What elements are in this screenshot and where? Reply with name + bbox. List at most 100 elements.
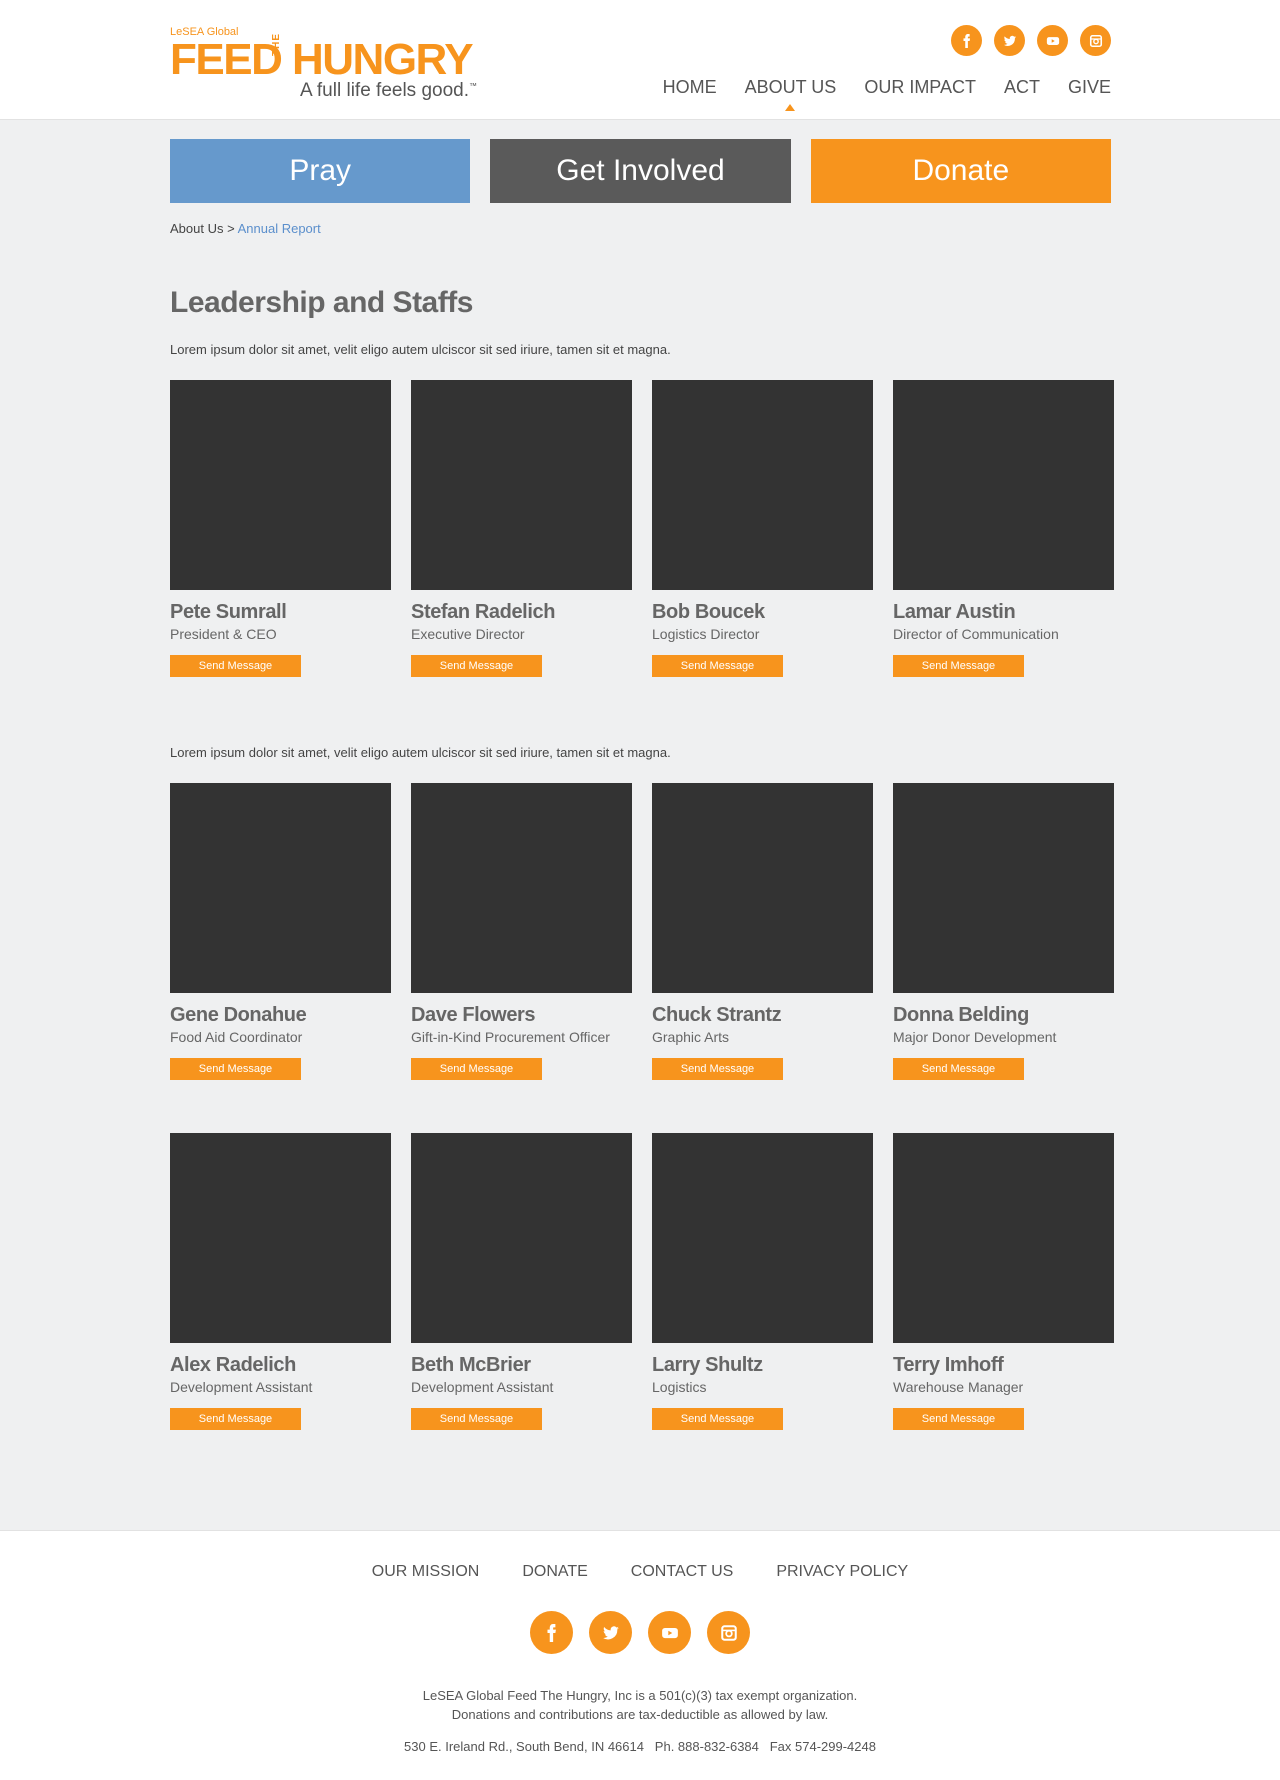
send-message-button[interactable]: Send Message (411, 655, 542, 677)
send-message-button[interactable]: Send Message (170, 1058, 301, 1080)
pray-button[interactable]: Pray (170, 139, 471, 203)
page-title: Leadership and Staffs (170, 286, 473, 319)
staff-name: Stefan Radelich (411, 601, 556, 623)
send-message-button[interactable]: Send Message (652, 1408, 783, 1430)
staff-role: President & CEO (170, 626, 277, 642)
staff-name: Gene Donahue (170, 1004, 307, 1026)
nav-our-impact[interactable]: OUR IMPACT (864, 77, 976, 98)
staff-photo (170, 380, 391, 590)
staff-photo (411, 380, 632, 590)
staff-photo (170, 1133, 391, 1343)
send-message-button[interactable]: Send Message (893, 1408, 1024, 1430)
logo-feed: FEED (170, 35, 283, 84)
send-message-button[interactable]: Send Message (170, 1408, 301, 1430)
tagline-text: A full life feels good. (300, 80, 469, 101)
staff-name: Terry Imhoff (893, 1354, 1004, 1376)
staff-photo (170, 783, 391, 993)
footer-link-our-mission[interactable]: OUR MISSION (372, 1563, 480, 1581)
staff-name: Chuck Strantz (652, 1004, 782, 1026)
staff-role: Director of Communication (893, 626, 1059, 642)
staff-photo (411, 1133, 632, 1343)
staff-photo (411, 783, 632, 993)
staff-name: Dave Flowers (411, 1004, 536, 1026)
send-message-button[interactable]: Send Message (411, 1058, 542, 1080)
staff-role: Logistics Director (652, 626, 760, 642)
footer-link-privacy-policy[interactable]: PRIVACY POLICY (776, 1563, 908, 1581)
staff-card: Chuck Strantz Graphic Arts Send Message (652, 783, 873, 1080)
youtube-icon[interactable] (648, 1611, 691, 1654)
staff-name: Donna Belding (893, 1004, 1029, 1026)
send-message-button[interactable]: Send Message (652, 655, 783, 677)
staff-role: Graphic Arts (652, 1029, 730, 1045)
send-message-button[interactable]: Send Message (893, 1058, 1024, 1080)
staff-role: Gift-in-Kind Procurement Officer (411, 1029, 610, 1045)
footer-address: 530 E. Ireland Rd., South Bend, IN 46614… (404, 1739, 876, 1754)
staff-card: Stefan Radelich Executive Director Send Me… (411, 380, 632, 677)
staff-card: Donna Belding Major Donor Development Send… (893, 783, 1114, 1080)
site-header: LeSEA Global FEED THE HUNGRY A full life… (0, 0, 1280, 120)
staff-grid-row-2: Gene Donahue Food Aid Coordinator Send Mes… (170, 783, 1114, 1080)
trademark-mark: ™ (469, 81, 477, 91)
send-message-button[interactable]: Send Message (170, 655, 301, 677)
staff-card: Bob Boucek Logistics Director Send Message (652, 380, 873, 677)
twitter-icon[interactable] (589, 1611, 632, 1654)
staff-role: Warehouse Manager (893, 1379, 1024, 1395)
footer-link-donate[interactable]: DONATE (522, 1563, 587, 1581)
staff-role: Major Donor Development (893, 1029, 1057, 1045)
get-involved-button[interactable]: Get Involved (490, 139, 791, 203)
send-message-button[interactable]: Send Message (411, 1408, 542, 1430)
main-nav: HOME ABOUT US OUR IMPACT ACT GIVE (663, 77, 1111, 111)
staff-photo (893, 783, 1114, 993)
staff-photo (893, 1133, 1114, 1343)
header-social-links (951, 25, 1111, 56)
intro-paragraph-1: Lorem ipsum dolor sit amet, velit eligo … (170, 342, 671, 357)
nav-about-us[interactable]: ABOUT US (745, 77, 836, 111)
donate-button[interactable]: Donate (810, 139, 1111, 203)
send-message-button[interactable]: Send Message (893, 655, 1024, 677)
instagram-icon[interactable] (707, 1611, 750, 1654)
staff-photo (652, 1133, 873, 1343)
staff-photo (893, 380, 1114, 590)
nav-act[interactable]: ACT (1004, 77, 1040, 98)
staff-name: Larry Shultz (652, 1354, 763, 1376)
staff-card: Beth McBrier Development Assistant Send Me… (411, 1133, 632, 1430)
facebook-icon[interactable] (951, 25, 982, 56)
staff-card: Terry Imhoff Warehouse Manager Send Messag… (893, 1133, 1114, 1430)
breadcrumb: About Us > Annual Report (170, 221, 321, 236)
staff-role: Executive Director (411, 626, 525, 642)
footer-nav: OUR MISSION DONATE CONTACT US PRIVACY PO… (0, 1563, 1280, 1581)
staff-role: Logistics (652, 1379, 707, 1395)
logo-hungry: HUNGRY (292, 35, 474, 84)
breadcrumb-parent[interactable]: About Us (170, 221, 223, 236)
staff-name: Pete Sumrall (170, 601, 287, 623)
breadcrumb-separator: > (227, 221, 235, 236)
send-message-button[interactable]: Send Message (652, 1058, 783, 1080)
youtube-icon[interactable] (1037, 25, 1068, 56)
staff-name: Lamar Austin (893, 601, 1016, 623)
staff-card: Alex Radelich Development Assistant Send M… (170, 1133, 391, 1430)
staff-role: Development Assistant (170, 1379, 313, 1395)
staff-name: Beth McBrier (411, 1354, 531, 1376)
staff-name: Bob Boucek (652, 601, 765, 623)
staff-photo (652, 783, 873, 993)
breadcrumb-current[interactable]: Annual Report (238, 221, 321, 236)
logo-tagline: A full life feels good.™ (300, 80, 477, 102)
staff-name: Alex Radelich (170, 1354, 296, 1376)
nav-home[interactable]: HOME (663, 77, 717, 98)
staff-role: Development Assistant (411, 1379, 554, 1395)
staff-role: Food Aid Coordinator (170, 1029, 303, 1045)
nav-give[interactable]: GIVE (1068, 77, 1111, 98)
cta-row: Pray Get Involved Donate (170, 139, 1111, 203)
instagram-icon[interactable] (1080, 25, 1111, 56)
staff-card: Gene Donahue Food Aid Coordinator Send Mes… (170, 783, 391, 1080)
intro-paragraph-2: Lorem ipsum dolor sit amet, velit eligo … (170, 745, 671, 760)
staff-grid-row-3: Alex Radelich Development Assistant Send M… (170, 1133, 1114, 1430)
facebook-icon[interactable] (530, 1611, 573, 1654)
twitter-icon[interactable] (994, 25, 1025, 56)
feed-the-hungry-logo[interactable]: LeSEA Global FEED THE HUNGRY A full life… (170, 26, 480, 104)
site-footer: OUR MISSION DONATE CONTACT US PRIVACY PO… (0, 1530, 1280, 1780)
staff-card: Pete Sumrall President & CEO Send Message (170, 380, 391, 677)
footer-tax-statement: LeSEA Global Feed The Hungry, Inc is a 5… (422, 1688, 858, 1703)
staff-photo (652, 380, 873, 590)
footer-link-contact-us[interactable]: CONTACT US (631, 1563, 734, 1581)
